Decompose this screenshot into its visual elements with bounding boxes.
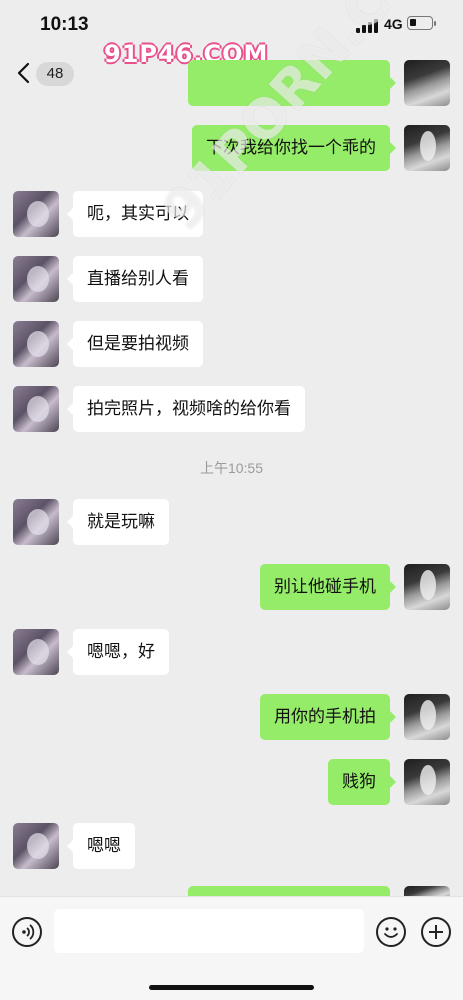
received-message-bubble[interactable]: 嗯嗯 bbox=[67, 823, 135, 869]
emoji-icon[interactable] bbox=[376, 917, 406, 947]
contact-avatar[interactable] bbox=[13, 823, 59, 869]
received-message-bubble[interactable]: 就是玩嘛 bbox=[67, 499, 169, 545]
received-message-bubble[interactable]: 直播给别人看 bbox=[67, 256, 203, 302]
partial-bubble-top bbox=[188, 60, 396, 106]
contact-avatar[interactable] bbox=[13, 629, 59, 675]
clock: 10:13 bbox=[40, 14, 89, 35]
contact-avatar[interactable] bbox=[13, 499, 59, 545]
received-message-bubble[interactable]: 但是要拍视频 bbox=[67, 321, 203, 367]
voice-input-icon[interactable] bbox=[12, 917, 42, 947]
battery-icon bbox=[407, 16, 436, 30]
received-message-bubble[interactable]: 拍完照片，视频啥的给你看 bbox=[67, 386, 305, 432]
message-input[interactable] bbox=[54, 909, 364, 953]
my-avatar[interactable] bbox=[404, 759, 450, 805]
contact-avatar[interactable] bbox=[13, 321, 59, 367]
contact-avatar[interactable] bbox=[13, 256, 59, 302]
home-indicator[interactable] bbox=[149, 985, 314, 990]
signal-icon bbox=[356, 19, 380, 33]
sent-message-bubble[interactable]: 下次我给你找一个乖的 bbox=[192, 125, 396, 171]
sent-message-bubble[interactable]: 贱狗 bbox=[328, 759, 396, 805]
my-avatar bbox=[404, 60, 450, 106]
unread-count-badge[interactable]: 48 bbox=[36, 62, 74, 86]
contact-avatar[interactable] bbox=[13, 386, 59, 432]
my-avatar[interactable] bbox=[404, 694, 450, 740]
chat-timestamp: 上午10:55 bbox=[199, 460, 264, 476]
input-bar bbox=[0, 896, 463, 1000]
sent-message-bubble[interactable]: 别让他碰手机 bbox=[260, 564, 396, 610]
my-avatar[interactable] bbox=[404, 564, 450, 610]
sent-message-bubble[interactable]: 用你的手机拍 bbox=[260, 694, 396, 740]
contact-avatar[interactable] bbox=[13, 191, 59, 237]
add-attachment-icon[interactable] bbox=[421, 917, 451, 947]
back-chevron-icon[interactable] bbox=[16, 62, 30, 84]
received-message-bubble[interactable]: 嗯嗯，好 bbox=[67, 629, 169, 675]
my-avatar[interactable] bbox=[404, 125, 450, 171]
received-message-bubble[interactable]: 呃，其实可以 bbox=[67, 191, 203, 237]
network-type: 4G bbox=[384, 16, 403, 32]
